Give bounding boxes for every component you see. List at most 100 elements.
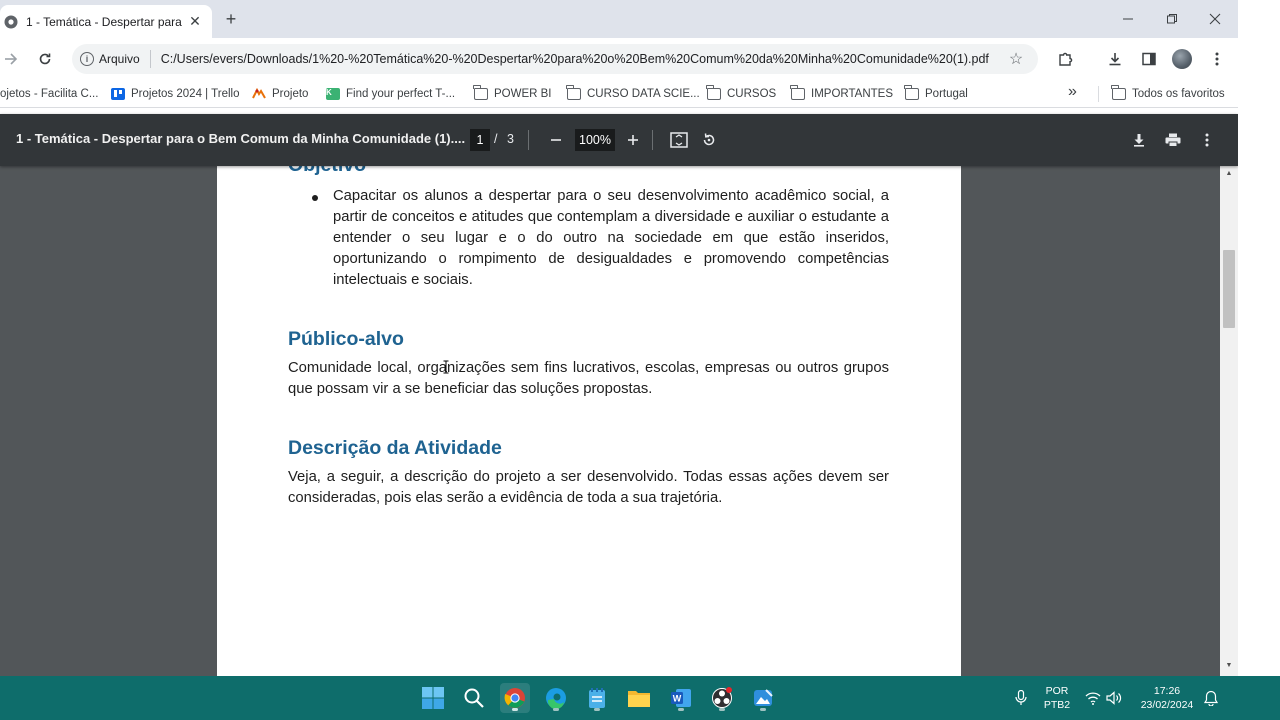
scroll-down-arrow[interactable]: ▼ (1224, 662, 1234, 670)
notification-bell-icon[interactable] (1196, 683, 1226, 713)
bookmark-projeto[interactable]: Projeto (252, 85, 308, 103)
running-indicator (594, 708, 600, 711)
volume-icon[interactable] (1099, 683, 1129, 713)
taskbar-obs-icon[interactable] (707, 683, 737, 713)
start-button[interactable] (418, 683, 448, 713)
svg-text:W: W (673, 694, 682, 704)
bookmark-label: CURSO DATA SCIE... (587, 88, 700, 100)
pdf-scrollbar[interactable] (1220, 166, 1238, 676)
total-pages: 3 (506, 132, 514, 146)
running-indicator (719, 708, 725, 711)
bookmark-label: Todos os favoritos (1132, 88, 1225, 100)
running-indicator (760, 708, 766, 711)
bookmark-find-your-perfect[interactable]: K Find your perfect T-... (326, 85, 455, 103)
fyp-icon: K (326, 88, 340, 100)
fit-to-page-icon[interactable] (668, 129, 690, 151)
tab-title: 1 - Temática - Despertar para o Bem Comu… (26, 14, 182, 29)
search-icon[interactable] (459, 683, 489, 713)
taskbar-photos-icon[interactable] (748, 683, 778, 713)
pdf-toolbar: 1 - Temática - Despertar para o Bem Comu… (0, 114, 1238, 166)
browser-tab-active[interactable]: 1 - Temática - Despertar para o Bem Comu… (0, 5, 212, 38)
folder-icon (790, 85, 805, 100)
zoom-in-button[interactable] (622, 129, 644, 151)
zoom-out-button[interactable] (545, 129, 567, 151)
folder-icon (566, 85, 581, 100)
url-text[interactable]: C:/Users/evers/Downloads/1%20-%20Temátic… (161, 52, 1013, 66)
downloads-icon[interactable] (1104, 48, 1126, 70)
all-bookmarks-folder[interactable]: Todos os favoritos (1111, 85, 1225, 103)
bookmark-facilita[interactable]: ojetos - Facilita C... (0, 85, 98, 103)
close-window-button[interactable] (1201, 8, 1229, 30)
running-indicator (678, 708, 684, 711)
forward-icon[interactable] (0, 48, 22, 70)
bookmark-star-icon[interactable]: ☆ (1006, 49, 1026, 69)
folder-icon (904, 85, 919, 100)
bookmark-label: Portugal (925, 88, 968, 100)
taskbar-edge-icon[interactable] (541, 683, 571, 713)
toolbar-divider (652, 130, 653, 150)
bookmark-label: CURSOS (727, 88, 777, 100)
objetivo-text: Capacitar os alunos a despertar para o s… (333, 188, 889, 288)
pdf-download-icon[interactable] (1128, 129, 1150, 151)
scroll-up-arrow[interactable]: ▲ (1224, 170, 1234, 178)
pdf-page: Objetivo Capacitar os alunos a despertar… (217, 166, 961, 676)
page-separator: / (494, 132, 498, 146)
pdf-viewport[interactable]: Objetivo Capacitar os alunos a despertar… (0, 166, 1238, 676)
pdf-title: 1 - Temática - Despertar para o Bem Comu… (16, 131, 466, 146)
bookmark-folder-importantes[interactable]: IMPORTANTES (790, 85, 893, 103)
tab-close-icon[interactable]: ✕ (186, 12, 204, 30)
scrollbar-thumb[interactable] (1223, 250, 1235, 328)
site-info-button[interactable]: i Arquivo (80, 50, 151, 68)
bookmark-folder-cursos[interactable]: CURSOS (706, 85, 777, 103)
trello-icon (111, 88, 125, 100)
taskbar-chrome-icon[interactable] (500, 683, 530, 713)
info-icon: i (80, 52, 94, 66)
bookmark-folder-power-bi[interactable]: POWER BI (473, 85, 552, 103)
bookmark-folder-portugal[interactable]: Portugal (904, 85, 968, 103)
page-count: / 3 (494, 132, 514, 146)
extensions-icon[interactable] (1054, 48, 1076, 70)
site-info-label: Arquivo (99, 52, 140, 66)
running-indicator (553, 708, 559, 711)
side-panel-icon[interactable] (1138, 48, 1160, 70)
screen: 1 - Temática - Despertar para o Bem Comu… (0, 0, 1280, 720)
bookmark-label: Find your perfect T-... (346, 88, 456, 100)
taskbar: W POR PTB2 17:26 23/02/2024 (0, 676, 1280, 720)
microphone-icon[interactable] (1006, 683, 1036, 713)
restore-button[interactable] (1158, 8, 1186, 30)
minimize-button[interactable] (1114, 8, 1142, 30)
bookmark-label: Projeto (272, 88, 309, 100)
desktop-strip (1238, 0, 1280, 676)
language-code: POR (1045, 685, 1069, 697)
section-heading-publico-alvo: Público-alvo (288, 328, 404, 350)
page-number-input[interactable]: 1 (470, 129, 490, 151)
more-menu-icon[interactable] (1206, 48, 1228, 70)
taskbar-file-explorer-icon[interactable] (624, 683, 654, 713)
reload-icon[interactable] (34, 48, 56, 70)
section-heading-objetivo: Objetivo (288, 166, 366, 177)
pdf-more-icon[interactable] (1196, 129, 1218, 151)
taskbar-notepad-icon[interactable] (582, 683, 612, 713)
address-bar[interactable]: i Arquivo C:/Users/evers/Downloads/1%20-… (72, 44, 1038, 74)
tab-strip: 1 - Temática - Despertar para o Bem Comu… (0, 0, 1238, 38)
zoom-input[interactable]: 100% (575, 129, 615, 151)
profile-avatar[interactable] (1172, 49, 1192, 69)
rotate-icon[interactable] (698, 129, 720, 151)
bookmark-folder-curso-data-science[interactable]: CURSO DATA SCIE... (566, 85, 700, 103)
active-indicator (512, 708, 518, 711)
bookmarks-divider (1098, 86, 1099, 102)
input-language-indicator[interactable]: POR PTB2 (1040, 684, 1074, 712)
new-tab-button[interactable]: + (220, 8, 242, 30)
descricao-text: Veja, a seguir, a descrição do projeto a… (288, 469, 889, 506)
text-cursor-icon (443, 360, 449, 374)
folder-icon (706, 85, 721, 100)
bookmarks-overflow-button[interactable]: » (1068, 83, 1077, 101)
clock[interactable]: 17:26 23/02/2024 (1134, 684, 1200, 712)
chrome-window: 1 - Temática - Despertar para o Bem Comu… (0, 0, 1238, 676)
bullet-point (312, 195, 318, 201)
bookmark-trello[interactable]: Projetos 2024 | Trello (111, 85, 239, 103)
print-icon[interactable] (1162, 129, 1184, 151)
toolbar-divider (528, 130, 529, 150)
taskbar-word-icon[interactable]: W (666, 683, 696, 713)
bookmark-label: IMPORTANTES (811, 88, 893, 100)
